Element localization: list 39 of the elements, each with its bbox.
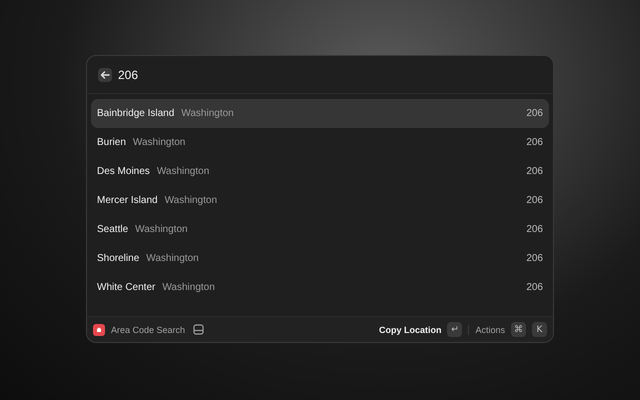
result-row[interactable]: Des Moines Washington 206 [91, 157, 549, 186]
state-name: Washington [132, 137, 186, 148]
back-button[interactable] [98, 68, 112, 82]
result-row[interactable]: Shoreline Washington 206 [91, 244, 549, 273]
result-row[interactable]: Bainbridge Island Washington 206 [91, 99, 549, 128]
result-row[interactable]: White Center Washington 206 [91, 273, 549, 302]
copy-location-button[interactable]: Copy Location [378, 324, 442, 334]
area-code: 206 [526, 166, 543, 177]
result-row[interactable]: Burien Washington 206 [91, 128, 549, 157]
city-name: Seattle [97, 224, 128, 235]
shortcut-key: K [532, 322, 547, 337]
window-icon [193, 324, 204, 335]
back-arrow-icon [100, 70, 110, 80]
actions-button[interactable]: Actions [475, 324, 505, 334]
city-name: Des Moines [97, 166, 150, 177]
search-field[interactable]: 206 [118, 68, 542, 82]
city-name: Burien [97, 137, 126, 148]
area-code: 206 [526, 195, 543, 206]
city-name: Shoreline [97, 253, 140, 264]
area-code: 206 [526, 137, 543, 148]
area-code: 206 [526, 224, 543, 235]
state-name: Washington [156, 166, 210, 177]
state-name: Washington [162, 282, 215, 293]
area-code: 206 [526, 108, 543, 119]
shortcut-key: ⌘ [511, 322, 526, 337]
extension-icon [93, 324, 105, 336]
city-name: White Center [97, 282, 156, 293]
state-name: Washington [135, 224, 188, 235]
state-name: Washington [181, 108, 234, 119]
city-name: Mercer Island [97, 195, 158, 206]
state-name: Washington [146, 253, 199, 264]
enter-key: ↵ [447, 322, 462, 337]
extension-name: Area Code Search [111, 324, 186, 334]
city-name: Bainbridge Island [97, 108, 174, 119]
result-row[interactable]: Seattle Washington 206 [91, 215, 549, 244]
area-code: 206 [526, 253, 543, 264]
state-name: Washington [164, 195, 218, 206]
result-row[interactable]: Mercer Island Washington 206 [91, 186, 549, 215]
area-code: 206 [526, 282, 543, 293]
